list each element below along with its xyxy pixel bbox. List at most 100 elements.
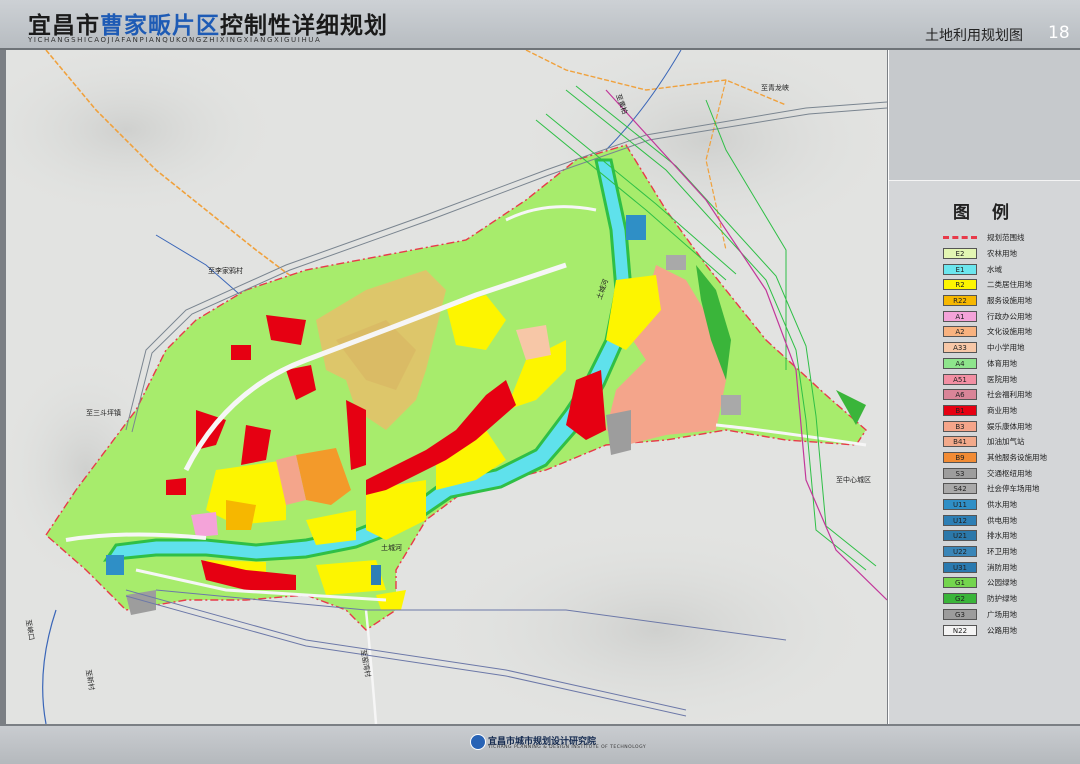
legend-label: 环卫用地 xyxy=(987,547,1017,557)
legend-item: U12 供电用地 xyxy=(943,512,1047,528)
legend-swatch: S3 xyxy=(943,467,977,479)
label-sandouping: 至三斗坪镇 xyxy=(86,408,121,417)
label-huxi: 至峡口 xyxy=(24,619,37,641)
legend-label: 加油加气站 xyxy=(987,437,1025,447)
legend-item: U21 排水用地 xyxy=(943,528,1047,544)
legend-label: 供电用地 xyxy=(987,515,1017,525)
page-number: 18 xyxy=(1048,23,1070,43)
legend-swatch: A4 xyxy=(943,357,977,369)
legend-label: 体育用地 xyxy=(987,358,1017,368)
legend-label: 水域 xyxy=(987,264,1002,274)
label-river-south: 土城河 xyxy=(381,543,402,552)
legend-item: B1 商业用地 xyxy=(943,403,1047,419)
legend-swatch: A2 xyxy=(943,326,977,338)
legend-title: 图 例 xyxy=(953,203,1017,223)
title-pinyin: YICHANGSHICAOJIAFANPIANQUKONGZHIXINGXIAN… xyxy=(28,36,322,44)
legend-item: S42 社会停车场用地 xyxy=(943,481,1047,497)
institute-name-en: YICHANG PLANNING & DESIGN INSTITUTE OF T… xyxy=(488,745,647,750)
legend-header-area xyxy=(889,50,1080,181)
legend-item: E1 水域 xyxy=(943,261,1047,277)
land-parcel-b1 xyxy=(231,345,251,360)
legend-label: 服务设施用地 xyxy=(987,296,1032,306)
legend-label: 医院用地 xyxy=(987,374,1017,384)
legend-item: 规划范围线 xyxy=(943,230,1047,246)
legend-swatch: B3 xyxy=(943,420,977,432)
legend-item: A1 行政办公用地 xyxy=(943,308,1047,324)
legend-item: A51 医院用地 xyxy=(943,371,1047,387)
legend-item: U31 消防用地 xyxy=(943,559,1047,575)
legend-swatch: R22 xyxy=(943,295,977,307)
legend-label: 二类居住用地 xyxy=(987,280,1032,290)
land-parcel-s42 xyxy=(666,255,686,270)
legend-label: 商业用地 xyxy=(987,405,1017,415)
legend-label: 规划范围线 xyxy=(987,233,1025,243)
land-parcel-b1 xyxy=(166,478,186,495)
land-parcel-r22 xyxy=(226,500,256,530)
legend-label: 供水用地 xyxy=(987,500,1017,510)
map-title: 宜昌市曹家畈片区控制性详细规划 xyxy=(28,6,388,40)
legend-label: 农林用地 xyxy=(987,249,1017,259)
legend-swatch: G1 xyxy=(943,577,977,589)
legend-swatch: E2 xyxy=(943,248,977,260)
legend-label: 中小学用地 xyxy=(987,343,1025,353)
legend-label: 社会福利用地 xyxy=(987,390,1032,400)
label-zhongxin: 至中心城区 xyxy=(836,475,871,484)
legend-swatch: U11 xyxy=(943,499,977,511)
legend-item: G2 防护绿地 xyxy=(943,591,1047,607)
legend-swatch: B1 xyxy=(943,404,977,416)
legend-label: 社会停车场用地 xyxy=(987,484,1040,494)
legend-item: G1 公园绿地 xyxy=(943,575,1047,591)
legend-item: B9 其他服务设施用地 xyxy=(943,450,1047,466)
map-svg: 至青龙峡 至李家鸦村 至三斗坪镇 至中心城区 至窑湾村 至峡口 至新村 至黄柏 … xyxy=(6,50,887,724)
header-bar: 宜昌市曹家畈片区控制性详细规划 YICHANGSHICAOJIAFANPIANQ… xyxy=(0,0,1080,50)
legend-label: 娱乐康体用地 xyxy=(987,421,1032,431)
legend-item: A4 体育用地 xyxy=(943,356,1047,372)
legend-swatch: A33 xyxy=(943,342,977,354)
legend-label: 消防用地 xyxy=(987,562,1017,572)
legend-list: 规划范围线 E2 农林用地 E1 水域 R2 二类居住用地 R22 服务设施用地 A1 行政办公用地… xyxy=(943,230,1047,638)
land-parcel-s3 xyxy=(606,410,631,455)
legend-swatch: U21 xyxy=(943,530,977,542)
land-parcel-s42 xyxy=(721,395,741,415)
legend-swatch: N22 xyxy=(943,624,977,636)
legend-swatch: A1 xyxy=(943,310,977,322)
legend-swatch: E1 xyxy=(943,263,977,275)
legend-label: 其他服务设施用地 xyxy=(987,452,1047,462)
legend-swatch: U31 xyxy=(943,561,977,573)
legend-item: B41 加油加气站 xyxy=(943,434,1047,450)
land-parcel-u12 xyxy=(106,555,124,575)
legend-label: 行政办公用地 xyxy=(987,311,1032,321)
legend-item: R2 二类居住用地 xyxy=(943,277,1047,293)
legend-swatch: B9 xyxy=(943,451,977,463)
legend-swatch: U22 xyxy=(943,546,977,558)
legend-panel: 图 例 规划范围线 E2 农林用地 E1 水域 R2 二类居住用地 R22 服务设施用地 A1 行政… xyxy=(888,50,1080,724)
legend-item: S3 交通枢纽用地 xyxy=(943,465,1047,481)
sheet-name: 土地利用规划图 xyxy=(925,28,1023,44)
legend-label: 文化设施用地 xyxy=(987,327,1032,337)
legend-label: 排水用地 xyxy=(987,531,1017,541)
label-lixiayuan: 至李家鸦村 xyxy=(208,266,243,275)
land-parcel-u21 xyxy=(371,565,381,585)
legend-label: 交通枢纽用地 xyxy=(987,468,1032,478)
label-qinglongxia: 至青龙峡 xyxy=(761,83,789,92)
label-jiangxi: 至新村 xyxy=(84,669,97,691)
legend-item: G3 广场用地 xyxy=(943,607,1047,623)
legend-swatch: U12 xyxy=(943,514,977,526)
legend-label: 广场用地 xyxy=(987,609,1017,619)
legend-swatch: A51 xyxy=(943,373,977,385)
legend-label: 防护绿地 xyxy=(987,594,1017,604)
legend-item: A2 文化设施用地 xyxy=(943,324,1047,340)
legend-label: 公路用地 xyxy=(987,625,1017,635)
legend-item: E2 农林用地 xyxy=(943,246,1047,262)
land-use-map: 至青龙峡 至李家鸦村 至三斗坪镇 至中心城区 至窑湾村 至峡口 至新村 至黄柏 … xyxy=(6,50,887,724)
legend-swatch: B41 xyxy=(943,436,977,448)
legend-swatch: G3 xyxy=(943,608,977,620)
land-parcel-u11 xyxy=(626,215,646,240)
institute-logo xyxy=(470,734,486,750)
legend-swatch: R2 xyxy=(943,279,977,291)
hillshade xyxy=(6,50,286,220)
legend-item: N22 公路用地 xyxy=(943,622,1047,638)
legend-swatch: S42 xyxy=(943,483,977,495)
legend-swatch: G2 xyxy=(943,593,977,605)
legend-item: U22 环卫用地 xyxy=(943,544,1047,560)
